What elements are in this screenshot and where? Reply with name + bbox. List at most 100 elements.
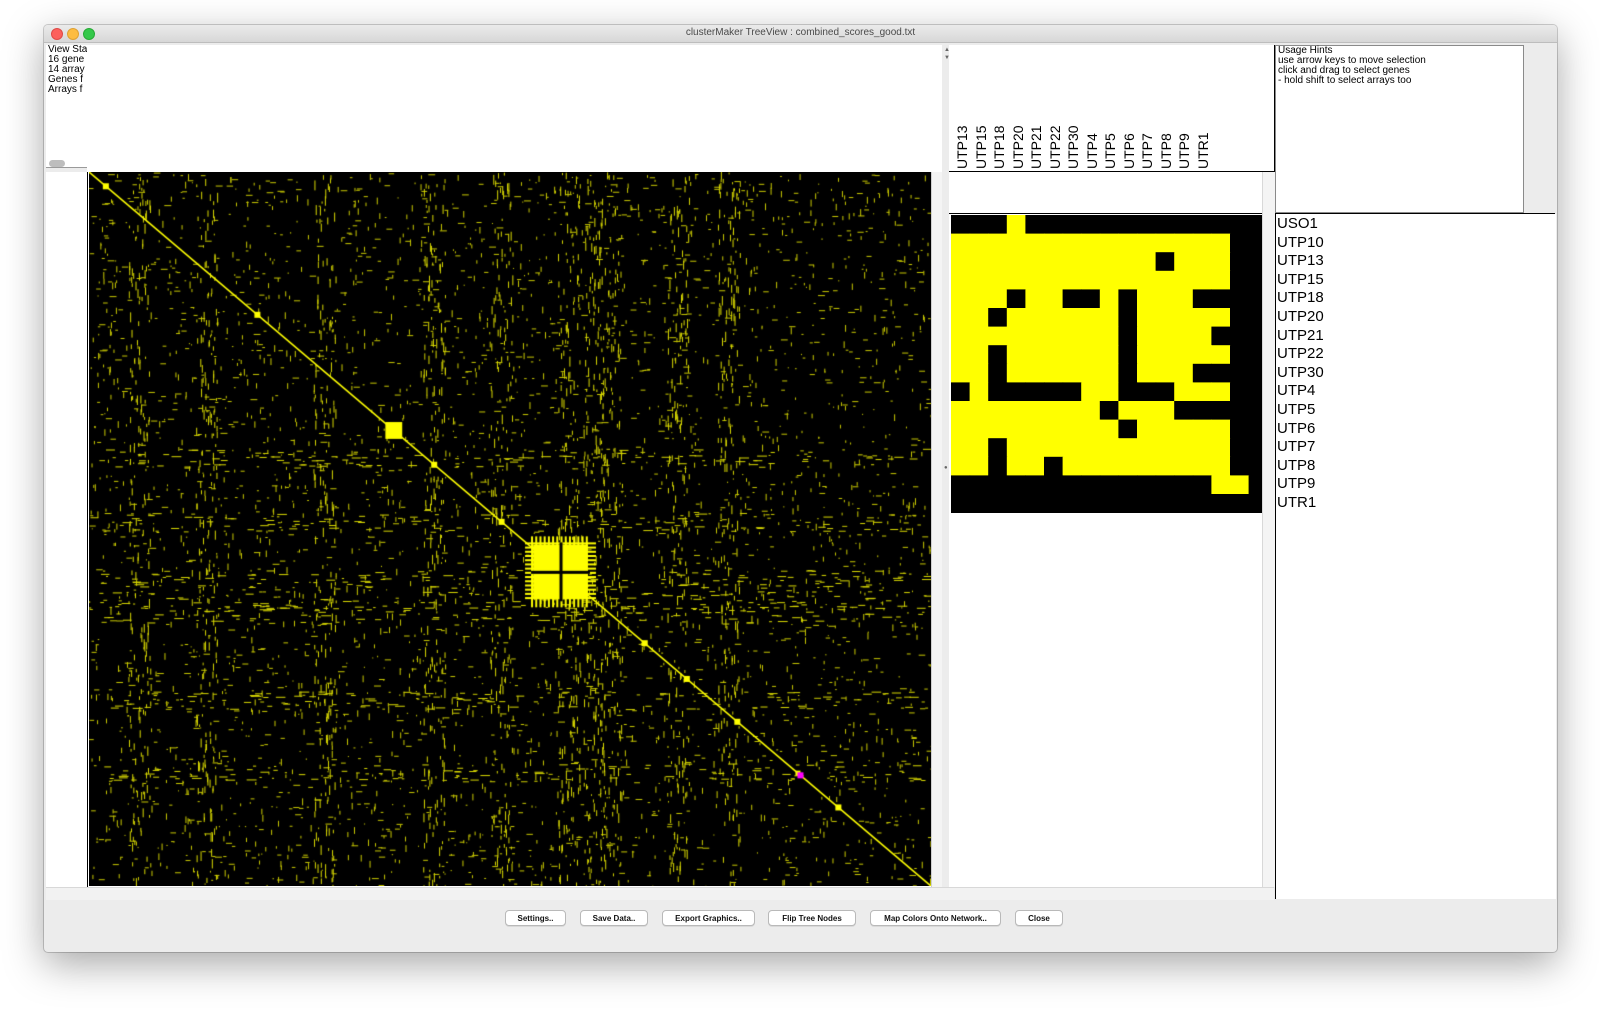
- zoom-cell[interactable]: [988, 289, 1008, 309]
- zoom-cell[interactable]: [1118, 252, 1138, 272]
- zoom-cell[interactable]: [969, 308, 989, 328]
- zoom-cell[interactable]: [1174, 419, 1194, 439]
- zoom-cell[interactable]: [1099, 363, 1119, 383]
- zoom-cell[interactable]: [1062, 326, 1082, 346]
- zoom-cell[interactable]: [1099, 494, 1119, 513]
- row-labels-panel[interactable]: USO1 UTP10 UTP13 UTP15 UTP18 UTP20 UTP21 UTP22 U…: [1275, 214, 1556, 899]
- zoom-cell[interactable]: [951, 494, 971, 513]
- zoom-cell[interactable]: [1137, 233, 1157, 253]
- zoom-cell[interactable]: [1118, 382, 1138, 402]
- zoom-cell[interactable]: [969, 363, 989, 383]
- zoom-cell[interactable]: [1099, 270, 1119, 290]
- zoom-cell[interactable]: [1081, 233, 1101, 253]
- zoom-cell[interactable]: [1211, 308, 1231, 328]
- zoom-heatmap[interactable]: [951, 215, 1267, 513]
- zoom-cell[interactable]: [1211, 456, 1231, 476]
- zoom-cell[interactable]: [1137, 438, 1157, 458]
- save-data-button[interactable]: Save Data..: [580, 910, 648, 926]
- zoom-cell[interactable]: [969, 215, 989, 235]
- split-handle-icon[interactable]: ●: [944, 465, 948, 471]
- zoom-cell[interactable]: [1062, 308, 1082, 328]
- zoom-cell[interactable]: [1230, 419, 1250, 439]
- zoom-cell[interactable]: [1118, 326, 1138, 346]
- zoom-cell[interactable]: [1137, 382, 1157, 402]
- zoom-cell[interactable]: [1081, 326, 1101, 346]
- zoom-cell[interactable]: [1099, 289, 1119, 309]
- zoom-cell[interactable]: [1025, 252, 1045, 272]
- zoom-cell[interactable]: [1062, 252, 1082, 272]
- zoom-cell[interactable]: [1192, 438, 1212, 458]
- zoom-cell[interactable]: [1192, 363, 1212, 383]
- zoom-cell[interactable]: [1211, 233, 1231, 253]
- zoom-cell[interactable]: [988, 401, 1008, 421]
- zoom-cell[interactable]: [1099, 438, 1119, 458]
- zoom-cell[interactable]: [1006, 270, 1026, 290]
- zoom-cell[interactable]: [1118, 308, 1138, 328]
- column-label[interactable]: UTP5: [1102, 133, 1118, 169]
- zoom-cell[interactable]: [1062, 419, 1082, 439]
- zoom-cell[interactable]: [1192, 382, 1212, 402]
- zoom-cell[interactable]: [1044, 289, 1064, 309]
- zoom-cell[interactable]: [1025, 494, 1045, 513]
- zoom-cell[interactable]: [1099, 252, 1119, 272]
- zoom-cell[interactable]: [1025, 233, 1045, 253]
- zoom-cell[interactable]: [1155, 215, 1175, 235]
- zoom-column-labels[interactable]: UTP13 UTP15 UTP18 UTP20 UTP21 UTP22 UTP30 UTP4 U…: [949, 45, 1275, 172]
- export-graphics-button[interactable]: Export Graphics..: [662, 910, 755, 926]
- column-label[interactable]: UTP21: [1028, 125, 1044, 169]
- zoom-cell[interactable]: [1099, 456, 1119, 476]
- zoom-cell[interactable]: [1025, 475, 1045, 495]
- zoom-cell[interactable]: [988, 345, 1008, 365]
- zoom-cell[interactable]: [969, 475, 989, 495]
- zoom-cell[interactable]: [1006, 438, 1026, 458]
- zoom-cell[interactable]: [988, 270, 1008, 290]
- zoom-cell[interactable]: [1044, 308, 1064, 328]
- row-label[interactable]: UTP5: [1277, 401, 1315, 419]
- zoom-cell[interactable]: [1099, 401, 1119, 421]
- column-label[interactable]: UTP7: [1139, 133, 1155, 169]
- zoom-cell[interactable]: [1099, 475, 1119, 495]
- zoom-cell[interactable]: [1025, 438, 1045, 458]
- zoom-cell[interactable]: [988, 494, 1008, 513]
- zoom-cell[interactable]: [1230, 401, 1250, 421]
- global-heatmap[interactable]: [89, 172, 931, 886]
- zoom-cell[interactable]: [1230, 475, 1250, 495]
- zoom-cell[interactable]: [1230, 382, 1250, 402]
- zoom-cell[interactable]: [1099, 308, 1119, 328]
- zoom-cell[interactable]: [951, 252, 971, 272]
- zoom-cell[interactable]: [1230, 270, 1250, 290]
- zoom-cell[interactable]: [1044, 419, 1064, 439]
- zoom-cell[interactable]: [1192, 215, 1212, 235]
- zoom-cell[interactable]: [1211, 494, 1231, 513]
- zoom-cell[interactable]: [1174, 326, 1194, 346]
- column-label[interactable]: UTP22: [1047, 125, 1063, 169]
- zoom-cell[interactable]: [1192, 401, 1212, 421]
- zoom-cell[interactable]: [1062, 494, 1082, 513]
- zoom-cell[interactable]: [1118, 363, 1138, 383]
- zoom-vertical-scrollbar[interactable]: [1262, 172, 1276, 887]
- zoom-cell[interactable]: [1137, 401, 1157, 421]
- zoom-cell[interactable]: [1155, 401, 1175, 421]
- array-tree-panel[interactable]: [87, 45, 942, 173]
- zoom-cell[interactable]: [988, 252, 1008, 272]
- row-label[interactable]: UTP30: [1277, 364, 1324, 382]
- zoom-cell[interactable]: [951, 233, 971, 253]
- zoom-cell[interactable]: [1081, 401, 1101, 421]
- zoom-cell[interactable]: [951, 401, 971, 421]
- zoom-cell[interactable]: [1155, 438, 1175, 458]
- zoom-cell[interactable]: [1006, 475, 1026, 495]
- zoom-cell[interactable]: [1155, 456, 1175, 476]
- row-label[interactable]: UTP6: [1277, 420, 1315, 438]
- zoom-cell[interactable]: [1006, 289, 1026, 309]
- zoom-cell[interactable]: [951, 270, 971, 290]
- zoom-cell[interactable]: [1155, 233, 1175, 253]
- zoom-cell[interactable]: [1081, 438, 1101, 458]
- zoom-cell[interactable]: [1099, 419, 1119, 439]
- zoom-cell[interactable]: [1118, 345, 1138, 365]
- zoom-cell[interactable]: [951, 345, 971, 365]
- zoom-cell[interactable]: [1025, 456, 1045, 476]
- zoom-cell[interactable]: [1044, 456, 1064, 476]
- zoom-cell[interactable]: [1230, 345, 1250, 365]
- zoom-cell[interactable]: [1006, 233, 1026, 253]
- zoom-cell[interactable]: [1118, 494, 1138, 513]
